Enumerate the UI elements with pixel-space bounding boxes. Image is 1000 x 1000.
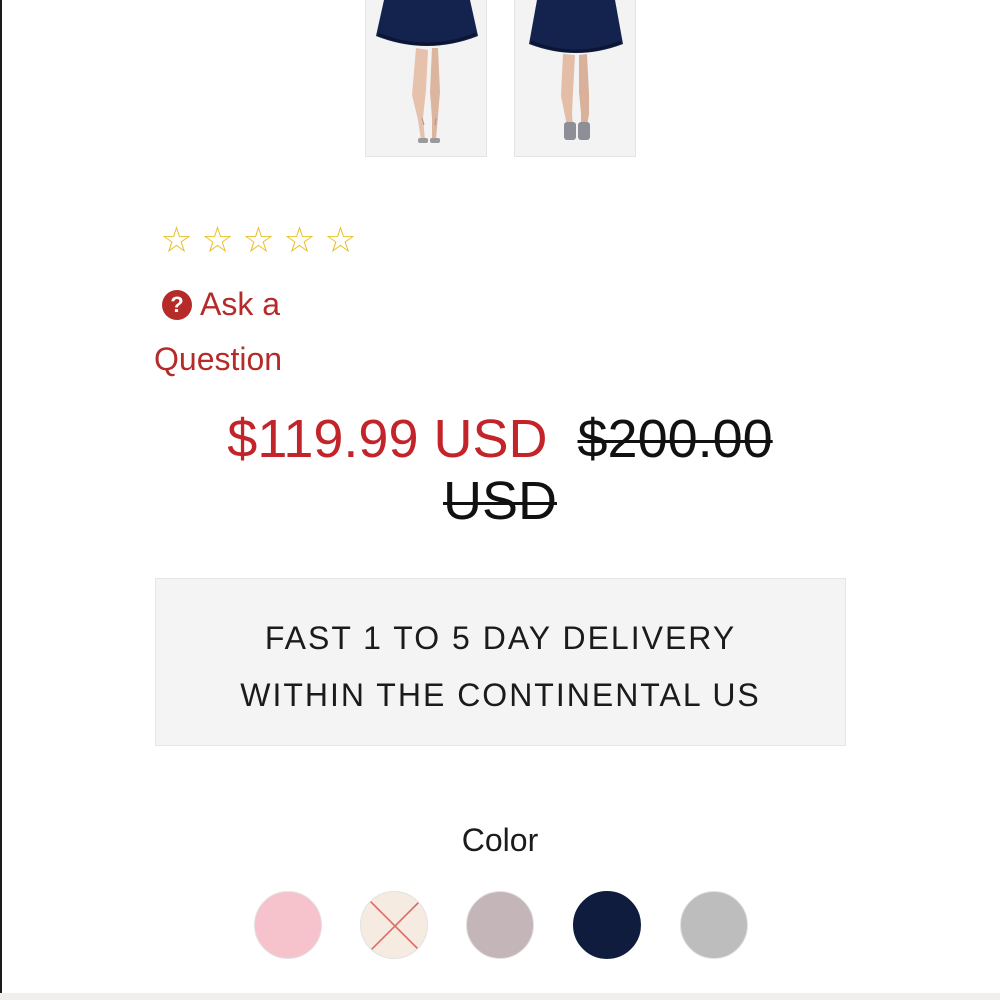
color-swatch-cream[interactable] bbox=[360, 891, 428, 959]
star-icon: ☆ bbox=[201, 219, 236, 260]
delivery-banner: FAST 1 TO 5 DAY DELIVERY WITHIN THE CONT… bbox=[155, 578, 846, 746]
star-icon: ☆ bbox=[242, 219, 277, 260]
ask-question-label-line2: Question bbox=[154, 341, 283, 377]
color-swatch-navy[interactable] bbox=[573, 891, 641, 959]
ask-question-label-line1: Ask a bbox=[200, 286, 281, 322]
question-circle-icon: ? bbox=[162, 290, 192, 320]
star-icon: ☆ bbox=[160, 219, 195, 260]
color-swatch-pink[interactable] bbox=[254, 891, 322, 959]
color-label: Color bbox=[461, 822, 539, 858]
delivery-line-1: FAST 1 TO 5 DAY DELIVERY bbox=[264, 620, 737, 656]
price-block: $119.99 USD $200.00 USD bbox=[180, 408, 820, 532]
unavailable-cross-icon bbox=[363, 894, 427, 958]
dress-image-back bbox=[529, 0, 623, 140]
product-thumbnail-1[interactable] bbox=[365, 0, 487, 157]
sale-price: $119.99 USD bbox=[227, 409, 548, 469]
dress-image-front bbox=[376, 0, 478, 143]
star-icon: ☆ bbox=[283, 219, 318, 260]
ask-question-link[interactable]: ? Ask a Question bbox=[150, 282, 380, 388]
star-icon: ☆ bbox=[324, 219, 359, 260]
delivery-line-2: WITHIN THE CONTINENTAL US bbox=[240, 677, 761, 713]
color-swatch-mauve[interactable] bbox=[466, 891, 534, 959]
rating-stars[interactable]: ☆ ☆ ☆ ☆ ☆ bbox=[157, 220, 362, 260]
bottom-divider bbox=[0, 993, 1000, 1000]
product-thumbnail-2[interactable] bbox=[514, 0, 636, 157]
color-swatch-gray[interactable] bbox=[680, 891, 748, 959]
